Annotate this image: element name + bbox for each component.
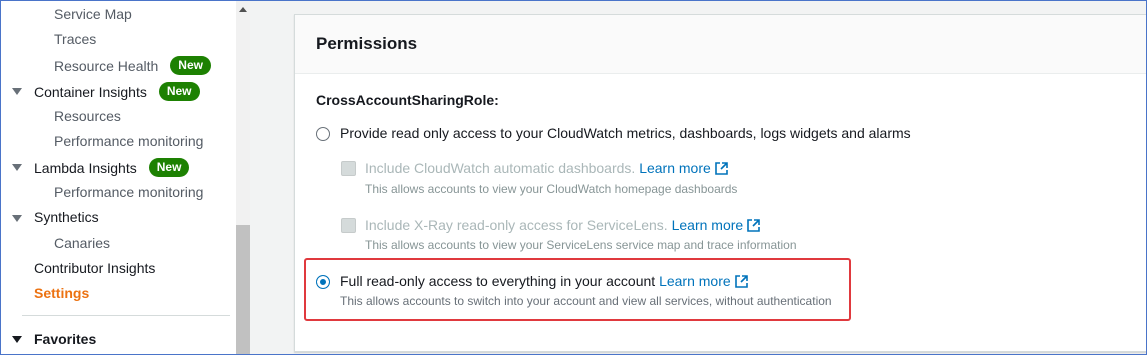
scrollbar-thumb[interactable] xyxy=(236,225,250,354)
sidebar-item-label: Traces xyxy=(54,31,97,47)
sidebar-item-label: Settings xyxy=(34,285,90,301)
sidebar-item-label: Performance monitoring xyxy=(54,133,204,149)
sidebar-item-label: Canaries xyxy=(54,235,111,251)
sidebar-item-settings[interactable]: Settings xyxy=(34,285,89,301)
sidebar-item-resource-health[interactable]: Resource Health New xyxy=(54,56,211,75)
learn-more-link[interactable]: Learn more xyxy=(639,160,711,176)
sidebar-item-lambda-performance-monitoring[interactable]: Performance monitoring xyxy=(54,184,203,200)
role-label: CrossAccountSharingRole: xyxy=(316,92,499,108)
sub-option-dashboards-description: This allows accounts to view your CloudW… xyxy=(365,182,738,196)
sidebar-item-contributor-insights[interactable]: Contributor Insights xyxy=(34,260,155,276)
external-link-icon[interactable] xyxy=(747,219,760,232)
sidebar-item-resources[interactable]: Resources xyxy=(54,108,121,124)
external-link-icon[interactable] xyxy=(714,162,728,175)
sidebar-item-container-performance-monitoring[interactable]: Performance monitoring xyxy=(54,133,203,149)
caret-down-icon[interactable] xyxy=(12,336,22,343)
scroll-up-icon[interactable] xyxy=(239,7,247,12)
sub-option-xray-label: Include X-Ray read-only access for Servi… xyxy=(365,217,668,233)
radio-read-only-cloudwatch[interactable] xyxy=(316,127,330,141)
sidebar-item-service-map[interactable]: Service Map xyxy=(54,6,132,22)
new-badge: New xyxy=(148,158,190,177)
new-badge: New xyxy=(170,56,211,75)
option-read-only-cloudwatch-label[interactable]: Provide read only access to your CloudWa… xyxy=(340,125,911,141)
favorites-label: Favorites xyxy=(34,331,97,347)
sidebar-item-label: Resources xyxy=(54,108,121,124)
sidebar-item-label: Lambda Insights xyxy=(34,159,137,176)
caret-down-icon[interactable] xyxy=(12,215,22,222)
sidebar-item-container-insights[interactable]: Container Insights New xyxy=(34,82,200,101)
sub-option-dashboards: Include CloudWatch automatic dashboards.… xyxy=(365,160,728,176)
sidebar-item-synthetics[interactable]: Synthetics xyxy=(34,209,99,225)
sidebar-scrollbar[interactable] xyxy=(236,1,250,354)
panel-header: Permissions xyxy=(295,15,1146,74)
learn-more-link[interactable]: Learn more xyxy=(672,217,744,233)
checkbox-include-xray[interactable] xyxy=(341,218,356,233)
sidebar-item-label: Service Map xyxy=(54,6,132,22)
sidebar-item-label: Container Insights xyxy=(34,83,147,100)
sub-option-xray-description: This allows accounts to view your Servic… xyxy=(365,238,797,252)
sidebar-favorites-header[interactable]: Favorites xyxy=(34,331,96,347)
checkbox-include-dashboards[interactable] xyxy=(341,161,356,176)
caret-down-icon[interactable] xyxy=(12,88,22,95)
sidebar-item-lambda-insights[interactable]: Lambda Insights New xyxy=(34,158,190,177)
panel-title: Permissions xyxy=(316,34,418,53)
sidebar-item-label: Contributor Insights xyxy=(34,260,156,276)
sidebar-nav: Service Map Traces Resource Health New C… xyxy=(1,1,236,354)
window-frame: Service Map Traces Resource Health New C… xyxy=(0,0,1147,355)
caret-down-icon[interactable] xyxy=(12,164,22,171)
sub-option-dashboards-label: Include CloudWatch automatic dashboards. xyxy=(365,160,636,176)
sidebar-item-canaries[interactable]: Canaries xyxy=(54,235,110,251)
nav-divider xyxy=(22,315,230,316)
sidebar-item-label: Resource Health xyxy=(54,57,159,74)
new-badge: New xyxy=(158,82,200,101)
sidebar-item-label: Performance monitoring xyxy=(54,184,204,200)
sidebar-item-label: Synthetics xyxy=(34,209,99,225)
highlight-annotation-box xyxy=(304,258,851,321)
sidebar-item-traces[interactable]: Traces xyxy=(54,31,96,47)
sub-option-xray: Include X-Ray read-only access for Servi… xyxy=(365,217,760,233)
